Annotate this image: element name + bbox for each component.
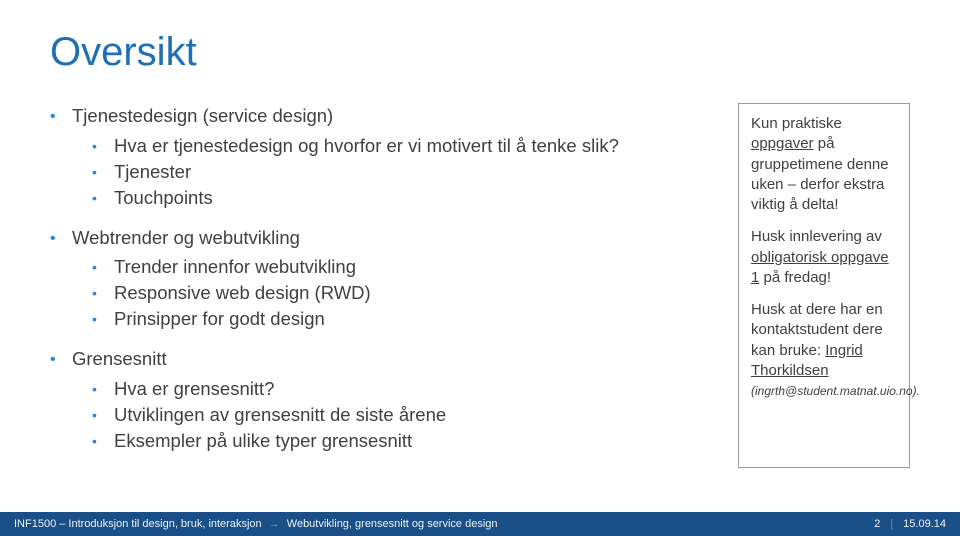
outline-item: Trender innenfor webutvikling — [92, 254, 708, 280]
outline-item: Eksempler på ulike typer grensesnitt — [92, 428, 708, 454]
outline-group-label: Tjenestedesign (service design) — [50, 105, 333, 126]
outline-group-label: Webtrender og webutvikling — [50, 227, 300, 248]
slide-number: 2 — [874, 518, 880, 530]
outline-item: Responsive web design (RWD) — [92, 280, 708, 306]
arrow-icon: → — [269, 518, 280, 530]
outline-item: Touchpoints — [92, 185, 708, 211]
footer-separator: | — [890, 518, 893, 530]
note-box: Kun praktiske oppgaver på gruppetimene d… — [738, 103, 910, 468]
outline-column: Tjenestedesign (service design) Hva er t… — [50, 103, 708, 468]
outline-item: Hva er grensesnitt? — [92, 376, 708, 402]
slide-title: Oversikt — [50, 30, 910, 75]
note-paragraph: Kun praktiske oppgaver på gruppetimene d… — [751, 114, 897, 215]
outline-item: Prinsipper for godt design — [92, 306, 708, 332]
outline-item: Hva er tjenestedesign og hvorfor er vi m… — [92, 133, 708, 159]
note-paragraph: Husk at dere har en kontaktstudent dere … — [751, 300, 897, 401]
outline-group-label: Grensesnitt — [50, 348, 167, 369]
outline-item: Tjenester — [92, 159, 708, 185]
note-paragraph: Husk innlevering av obligatorisk oppgave… — [751, 227, 897, 288]
outline-item: Utviklingen av grensesnitt de siste åren… — [92, 402, 708, 428]
slide-footer: INF1500 – Introduksjon til design, bruk,… — [0, 512, 960, 536]
slide-date: 15.09.14 — [903, 518, 946, 530]
footer-breadcrumb: INF1500 – Introduksjon til design, bruk,… — [14, 518, 498, 530]
